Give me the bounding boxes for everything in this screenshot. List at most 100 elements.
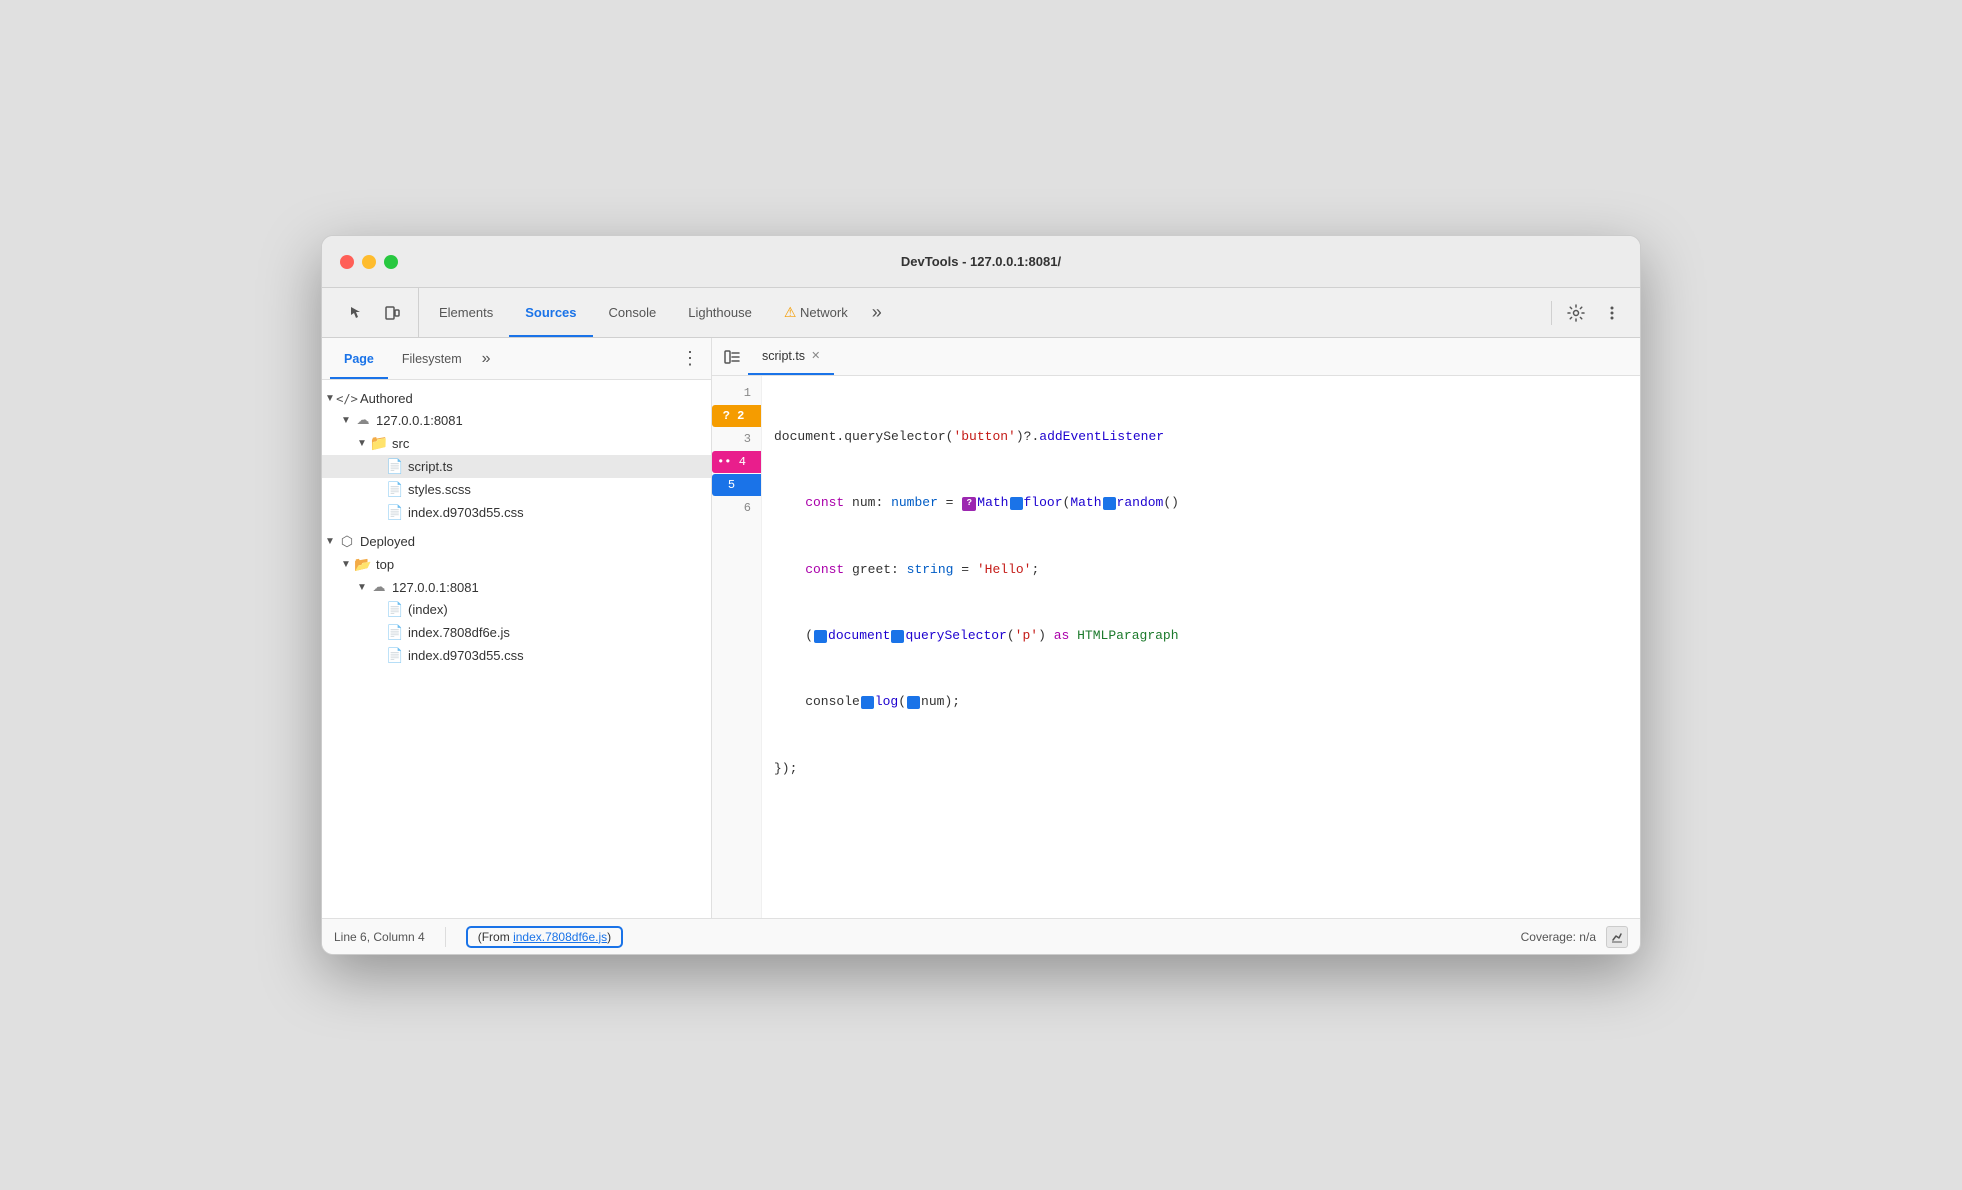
code-line-3: const greet: string = 'Hello'; xyxy=(774,559,1628,581)
tree-index-html[interactable]: 📄 (index) xyxy=(322,598,711,621)
tab-elements[interactable]: Elements xyxy=(423,288,509,337)
left-panel: Page Filesystem » ⋮ ▼ </> Authored xyxy=(322,338,712,918)
window-title: DevTools - 127.0.0.1:8081/ xyxy=(901,254,1061,269)
coverage-icon[interactable] xyxy=(1606,926,1628,948)
deployed-arrow-icon: ▼ xyxy=(322,536,338,547)
more-options-icon[interactable] xyxy=(1596,297,1628,329)
source-prefix: (From xyxy=(478,930,513,944)
code-brackets-icon: </> xyxy=(338,392,356,406)
editor-tab-script-ts[interactable]: script.ts ✕ xyxy=(748,338,834,375)
titlebar: DevTools - 127.0.0.1:8081/ xyxy=(322,236,1640,288)
line-numbers: 1 ? 2 3 •• 4 5 6 xyxy=(712,376,762,918)
source-suffix: ) xyxy=(607,930,611,944)
deployed-cloud-icon: ☁ xyxy=(370,579,388,595)
index-css-label: index.d9703d55.css xyxy=(408,505,524,520)
tab-network[interactable]: ⚠ Network xyxy=(768,288,864,337)
minimize-button[interactable] xyxy=(362,255,376,269)
editor-area: script.ts ✕ 1 ? 2 3 •• 4 5 6 document.qu… xyxy=(712,338,1640,918)
subtab-more-button[interactable]: » xyxy=(476,338,497,379)
subtab-page[interactable]: Page xyxy=(330,338,388,379)
editor-tab-close[interactable]: ✕ xyxy=(811,349,820,362)
devtools-icons xyxy=(330,288,419,337)
authored-server-arrow-icon: ▼ xyxy=(338,415,354,426)
index-deployed-css-label: index.d9703d55.css xyxy=(408,648,524,663)
status-position: Line 6, Column 4 xyxy=(334,930,425,944)
inspect-icon[interactable] xyxy=(340,297,372,329)
device-icon[interactable] xyxy=(376,297,408,329)
top-arrow-icon: ▼ xyxy=(338,559,354,570)
subtabbar: Page Filesystem » ⋮ xyxy=(322,338,711,380)
line-num-1: 1 xyxy=(712,382,761,404)
file-deployed-css-icon: 📄 xyxy=(386,647,404,664)
subtab-filesystem[interactable]: Filesystem xyxy=(388,338,476,379)
tree-authored-header[interactable]: ▼ </> Authored xyxy=(322,388,711,409)
status-divider-1 xyxy=(445,927,446,947)
authored-label: Authored xyxy=(360,391,413,406)
devtools-window: DevTools - 127.0.0.1:8081/ Elements Sour… xyxy=(321,235,1641,955)
file-scss-icon: 📄 xyxy=(386,481,404,498)
file-index-icon: 📄 xyxy=(386,601,404,618)
file-ts-icon: 📄 xyxy=(386,458,404,475)
main-tabbar: Elements Sources Console Lighthouse ⚠ Ne… xyxy=(322,288,1640,338)
tab-lighthouse[interactable]: Lighthouse xyxy=(672,288,768,337)
tab-more-button[interactable]: » xyxy=(864,288,890,337)
window-controls xyxy=(340,255,398,269)
editor-tab-label: script.ts xyxy=(762,349,805,363)
top-folder-label: top xyxy=(376,557,394,572)
subtab-actions: ⋮ xyxy=(677,338,711,379)
index-html-label: (index) xyxy=(408,602,448,617)
deployed-label: Deployed xyxy=(360,534,415,549)
coverage-label: Coverage: n/a xyxy=(1521,930,1596,944)
deployed-server-label: 127.0.0.1:8081 xyxy=(392,580,479,595)
subtab-menu-button[interactable]: ⋮ xyxy=(677,344,703,373)
code-line-6: }); xyxy=(774,758,1628,780)
tree-deployed-top[interactable]: ▼ 📂 top xyxy=(322,553,711,576)
editor-tabs: script.ts ✕ xyxy=(712,338,1640,376)
line-num-2[interactable]: ? 2 xyxy=(712,405,761,427)
script-ts-label: script.ts xyxy=(408,459,453,474)
tree-deployed-header[interactable]: ▼ ⬡ Deployed xyxy=(322,530,711,553)
folder-white-icon: 📂 xyxy=(354,556,372,573)
tree-authored-server[interactable]: ▼ ☁ 127.0.0.1:8081 xyxy=(322,409,711,431)
authored-server-label: 127.0.0.1:8081 xyxy=(376,413,463,428)
tab-console[interactable]: Console xyxy=(593,288,673,337)
file-tree: ▼ </> Authored ▼ ☁ 127.0.0.1:8081 ▼ 📁 sr… xyxy=(322,380,712,675)
line-num-3: 3 xyxy=(712,428,761,450)
line-num-4[interactable]: •• 4 xyxy=(712,451,761,473)
source-badge: (From index.7808df6e.js) xyxy=(466,926,623,948)
src-arrow-icon: ▼ xyxy=(354,438,370,449)
code-content[interactable]: document.querySelector('button')?.addEve… xyxy=(762,376,1640,918)
tree-index-css[interactable]: 📄 index.d9703d55.css xyxy=(322,501,711,524)
statusbar: Line 6, Column 4 (From index.7808df6e.js… xyxy=(322,918,1640,954)
tree-src-folder[interactable]: ▼ 📁 src xyxy=(322,431,711,455)
src-folder-label: src xyxy=(392,436,409,451)
file-css-icon: 📄 xyxy=(386,504,404,521)
code-line-4: (documentquerySelector('p') as HTMLParag… xyxy=(774,625,1628,647)
tab-sources[interactable]: Sources xyxy=(509,288,592,337)
editor-sidebar-toggle[interactable] xyxy=(716,338,748,375)
file-js-icon: 📄 xyxy=(386,624,404,641)
tree-styles-scss[interactable]: 📄 styles.scss xyxy=(322,478,711,501)
tree-deployed-server[interactable]: ▼ ☁ 127.0.0.1:8081 xyxy=(322,576,711,598)
cube-icon: ⬡ xyxy=(338,533,356,550)
tabbar-right xyxy=(1547,288,1640,337)
code-area: 1 ? 2 3 •• 4 5 6 document.querySelector(… xyxy=(712,376,1640,918)
status-right: Coverage: n/a xyxy=(1521,926,1628,948)
styles-scss-label: styles.scss xyxy=(408,482,471,497)
code-line-1: document.querySelector('button')?.addEve… xyxy=(774,426,1628,448)
settings-icon[interactable] xyxy=(1560,297,1592,329)
close-button[interactable] xyxy=(340,255,354,269)
code-line-2: const num: number = ?Mathfloor(Mathrando… xyxy=(774,492,1628,514)
source-link[interactable]: index.7808df6e.js xyxy=(513,930,607,944)
network-warning-icon: ⚠ xyxy=(784,304,797,321)
maximize-button[interactable] xyxy=(384,255,398,269)
cloud-icon: ☁ xyxy=(354,412,372,428)
tree-script-ts[interactable]: 📄 script.ts xyxy=(322,455,711,478)
tabbar-divider xyxy=(1551,301,1552,325)
tree-index-deployed-css[interactable]: 📄 index.d9703d55.css xyxy=(322,644,711,667)
tree-index-js[interactable]: 📄 index.7808df6e.js xyxy=(322,621,711,644)
deployed-server-arrow-icon: ▼ xyxy=(354,582,370,593)
line-num-6: 6 xyxy=(712,497,761,519)
folder-orange-icon: 📁 xyxy=(370,434,388,452)
line-num-5[interactable]: 5 xyxy=(712,474,761,496)
